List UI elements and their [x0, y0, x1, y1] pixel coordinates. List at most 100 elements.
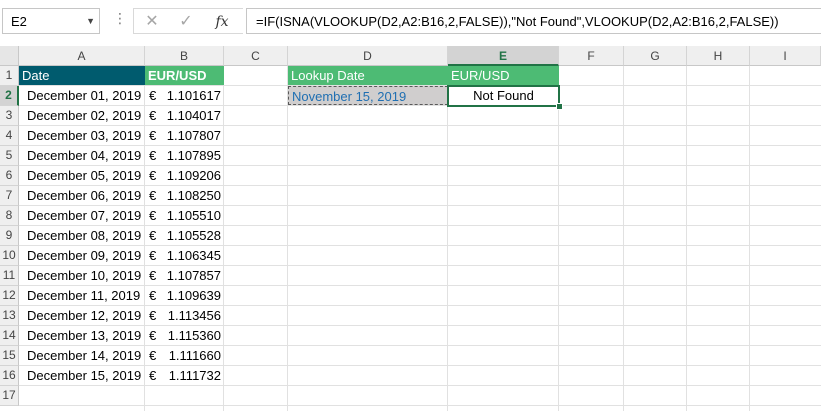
- date-cell[interactable]: December 07, 2019: [19, 206, 145, 225]
- cell-e2-result-active[interactable]: Not Found: [447, 85, 560, 107]
- select-all-corner[interactable]: [0, 46, 19, 66]
- currency-symbol: €: [149, 88, 157, 103]
- formula-input[interactable]: =IF(ISNA(VLOOKUP(D2,A2:B16,2,FALSE)),"No…: [246, 8, 821, 34]
- currency-symbol: €: [149, 228, 157, 243]
- date-cell[interactable]: December 08, 2019: [19, 226, 145, 245]
- rate-cell[interactable]: €1.109206: [145, 166, 224, 185]
- gridline: [558, 66, 559, 411]
- date-cell[interactable]: December 13, 2019: [19, 326, 145, 345]
- column-header-b[interactable]: B: [145, 46, 224, 66]
- rate-cell[interactable]: €1.105510: [145, 206, 224, 225]
- rate-value: 1.109206: [166, 168, 221, 183]
- date-cell[interactable]: December 15, 2019: [19, 366, 145, 385]
- currency-symbol: €: [149, 328, 157, 343]
- more-options-icon[interactable]: ⋮: [113, 11, 127, 25]
- rate-cell[interactable]: €1.107895: [145, 146, 224, 165]
- rate-value: 1.107857: [166, 268, 221, 283]
- rate-cell[interactable]: €1.106345: [145, 246, 224, 265]
- date-cell[interactable]: December 01, 2019: [19, 86, 145, 105]
- rate-cell[interactable]: €1.113456: [145, 306, 224, 325]
- date-cell[interactable]: December 05, 2019: [19, 166, 145, 185]
- rate-cell[interactable]: €1.108250: [145, 186, 224, 205]
- row-header-9[interactable]: 9: [0, 226, 19, 246]
- gridline: [287, 66, 288, 411]
- rate-cell[interactable]: €1.107857: [145, 266, 224, 285]
- row-header-16[interactable]: 16: [0, 366, 19, 386]
- column-header-c[interactable]: C: [224, 46, 288, 66]
- currency-symbol: €: [149, 308, 157, 323]
- cell-d2-lookup-date[interactable]: November 15, 2019: [288, 86, 448, 105]
- rate-cell[interactable]: €1.101617: [145, 86, 224, 105]
- rate-value: 1.115360: [167, 328, 221, 343]
- date-cell[interactable]: December 02, 2019: [19, 106, 145, 125]
- date-cell[interactable]: December 12, 2019: [19, 306, 145, 325]
- currency-symbol: €: [149, 168, 157, 183]
- row-header-8[interactable]: 8: [0, 206, 19, 226]
- row-header-15[interactable]: 15: [0, 346, 19, 366]
- column-header-a[interactable]: A: [19, 46, 145, 66]
- row-header-6[interactable]: 6: [0, 166, 19, 186]
- row-header-13[interactable]: 13: [0, 306, 19, 326]
- row-header-17[interactable]: 17: [0, 386, 19, 406]
- name-box[interactable]: E2 ▼: [2, 8, 100, 34]
- cell-b1-header[interactable]: EUR/USD: [145, 66, 224, 85]
- enter-check-icon[interactable]: ✓: [174, 12, 198, 32]
- rate-value: 1.111660: [168, 348, 221, 363]
- date-cell[interactable]: December 04, 2019: [19, 146, 145, 165]
- rate-cell[interactable]: €1.107807: [145, 126, 224, 145]
- rate-cell[interactable]: €1.111660: [145, 346, 224, 365]
- rate-cell[interactable]: €1.105528: [145, 226, 224, 245]
- cancel-icon[interactable]: ✕: [140, 12, 164, 32]
- fill-handle[interactable]: [556, 103, 563, 110]
- rate-value: 1.107895: [166, 148, 221, 163]
- date-cell[interactable]: December 10, 2019: [19, 266, 145, 285]
- formula-text: =IF(ISNA(VLOOKUP(D2,A2:B16,2,FALSE)),"No…: [256, 14, 779, 29]
- row-header-1[interactable]: 1: [0, 66, 19, 86]
- row-header-10[interactable]: 10: [0, 246, 19, 266]
- date-cell[interactable]: December 09, 2019: [19, 246, 145, 265]
- rate-cell[interactable]: €1.104017: [145, 106, 224, 125]
- rate-cell[interactable]: €1.109639: [145, 286, 224, 305]
- rate-cell[interactable]: €1.111732: [145, 366, 224, 385]
- date-cell[interactable]: December 11, 2019: [19, 286, 145, 305]
- gridline: [686, 66, 687, 411]
- currency-symbol: €: [149, 348, 157, 363]
- row-header-2[interactable]: 2: [0, 86, 19, 106]
- rate-value: 1.105528: [166, 228, 221, 243]
- gridline: [623, 66, 624, 411]
- row-header-7[interactable]: 7: [0, 186, 19, 206]
- currency-symbol: €: [149, 248, 157, 263]
- row-header-3[interactable]: 3: [0, 106, 19, 126]
- rate-value: 1.109639: [166, 288, 221, 303]
- rate-value: 1.105510: [166, 208, 221, 223]
- rate-value: 1.106345: [166, 248, 221, 263]
- currency-symbol: €: [149, 288, 157, 303]
- cell-d1-header[interactable]: Lookup Date: [288, 66, 448, 85]
- row-header-12[interactable]: 12: [0, 286, 19, 306]
- row-header-11[interactable]: 11: [0, 266, 19, 286]
- row-header-4[interactable]: 4: [0, 126, 19, 146]
- column-header-f[interactable]: F: [559, 46, 624, 66]
- row-header-5[interactable]: 5: [0, 146, 19, 166]
- date-cell[interactable]: December 06, 2019: [19, 186, 145, 205]
- rate-value: 1.101617: [166, 88, 221, 103]
- column-header-h[interactable]: H: [687, 46, 750, 66]
- rate-cell[interactable]: €1.115360: [145, 326, 224, 345]
- currency-symbol: €: [149, 108, 157, 123]
- row-header-14[interactable]: 14: [0, 326, 19, 346]
- column-header-i[interactable]: I: [750, 46, 821, 66]
- column-header-d[interactable]: D: [288, 46, 448, 66]
- currency-symbol: €: [149, 368, 157, 383]
- rate-value: 1.104017: [166, 108, 221, 123]
- cell-e1-header[interactable]: EUR/USD: [448, 66, 559, 85]
- column-header-e[interactable]: E: [448, 46, 559, 66]
- formula-bar-area: E2 ▼ ⋮ ✕ ✓ fx =IF(ISNA(VLOOKUP(D2,A2:B16…: [0, 0, 821, 47]
- column-header-g[interactable]: G: [624, 46, 687, 66]
- currency-symbol: €: [149, 208, 157, 223]
- name-box-value: E2: [11, 14, 27, 29]
- insert-function-icon[interactable]: fx: [210, 12, 234, 32]
- date-cell[interactable]: December 03, 2019: [19, 126, 145, 145]
- date-cell[interactable]: December 14, 2019: [19, 346, 145, 365]
- cell-a1-header[interactable]: Date: [19, 66, 145, 85]
- chevron-down-icon[interactable]: ▼: [86, 16, 95, 26]
